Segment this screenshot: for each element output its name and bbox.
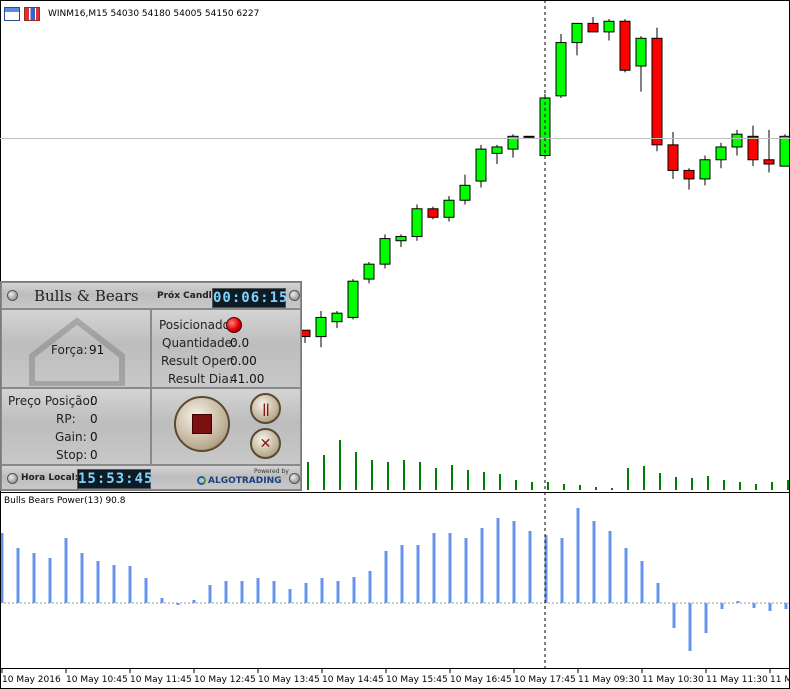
bear-candle (619, 20, 631, 71)
bull-candle (571, 22, 583, 44)
time-axis: 10 May 2016 10 May 10:45 10 May 11:45 10 Ma… (1, 668, 790, 685)
indicator-layer (0, 508, 790, 651)
stop-label: Stop: (56, 448, 88, 462)
bull-candle (379, 238, 391, 265)
bull-candle (699, 159, 711, 180)
time-tick-label: 10 May 13:45 (258, 675, 320, 685)
time-tick-label: 10 May 16:45 (450, 675, 512, 685)
time-tick-label: 11 M (770, 675, 790, 685)
bull-candle (347, 280, 359, 318)
brand-powered-by: Powered by (254, 468, 289, 475)
trading-chart-window: 10 May 2016 10 May 10:45 10 May 11:45 10 Ma… (0, 0, 790, 689)
posicionado-label: Posicionado: (159, 318, 234, 332)
bear-candle (427, 208, 439, 218)
gain-label: Gain: (55, 430, 87, 444)
window-icon[interactable] (4, 7, 20, 21)
bear-candle (747, 135, 759, 161)
bull-candle (731, 133, 743, 148)
position-details-section: Preço Posição: 0 RP: 0 Gain: 0 Stop: 0 (1, 388, 151, 465)
bull-candle (459, 184, 471, 201)
bull-candle (443, 199, 455, 218)
bull-candle (779, 135, 790, 167)
time-tick-label: 11 May 10:30 (642, 675, 704, 685)
bear-candle (587, 22, 599, 33)
time-tick-label: 10 May 12:45 (194, 675, 256, 685)
screw-icon (7, 473, 18, 484)
bull-candle (363, 263, 375, 280)
algotrading-logo-icon (197, 476, 206, 485)
rp-value: 0 (90, 412, 98, 426)
chart-header: WINM16,M15 54030 54180 54005 54150 6227 (4, 6, 259, 22)
panel-title: Bulls & Bears (34, 287, 139, 305)
time-tick-label: 11 May 11:30 (706, 675, 768, 685)
result-oper-label: Result Oper: (161, 354, 236, 368)
time-tick-label: 10 May 17:45 (514, 675, 576, 685)
bull-candle (603, 20, 615, 33)
close-position-button[interactable]: ✕ (250, 428, 281, 459)
pause-icon: || (262, 401, 270, 416)
bear-candle (651, 37, 663, 146)
preco-posicao-value: 0 (90, 394, 98, 408)
bear-candle (667, 144, 679, 171)
position-status-led-icon (226, 317, 242, 333)
bull-candle (315, 316, 327, 338)
stop-value: 0 (90, 448, 98, 462)
bulls-bears-panel: Bulls & Bears Próx Candle: 00:06:15 Forç… (0, 281, 302, 491)
close-icon: ✕ (259, 435, 272, 452)
time-tick-label: 10 May 2016 (2, 675, 61, 685)
time-tick-label: 10 May 14:45 (322, 675, 384, 685)
time-tick-label: 10 May 15:45 (386, 675, 448, 685)
gain-value: 0 (90, 430, 98, 444)
bull-candle (475, 148, 487, 182)
symbol-info: WINM16,M15 54030 54180 54005 54150 6227 (48, 9, 260, 19)
time-tick-label: 10 May 11:45 (130, 675, 192, 685)
preco-posicao-label: Preço Posição: (8, 394, 94, 408)
time-tick-label: 11 May 09:30 (578, 675, 640, 685)
screw-icon (7, 290, 18, 301)
bull-candle (715, 146, 727, 161)
hora-local-label: Hora Local: (21, 473, 79, 483)
strength-section: Força: 91 (1, 309, 151, 388)
panel-footer: Hora Local: 15:53:45 Powered by ALGOTRAD… (1, 465, 301, 490)
bull-candle (635, 37, 647, 67)
bull-candle (491, 146, 503, 154)
result-dia-label: Result Dia: (168, 372, 233, 386)
position-status-section: Posicionado: Quantidade: 0.0 Result Oper… (151, 309, 301, 388)
bear-candle (683, 169, 695, 180)
result-oper-value: 0.00 (230, 354, 257, 368)
local-time-display: 15:53:45 (77, 469, 154, 489)
stop-square-icon (192, 414, 212, 434)
bull-candle (523, 135, 535, 138)
stop-button[interactable] (174, 396, 230, 452)
quantidade-label: Quantidade: (162, 336, 237, 350)
bull-candle (395, 235, 407, 242)
brand-name: ALGOTRADING (208, 476, 282, 486)
time-tick-label: 10 May 10:45 (66, 675, 128, 685)
bull-candle (555, 42, 567, 97)
rp-label: RP: (56, 412, 76, 426)
screw-icon (289, 473, 300, 484)
indicator-label: Bulls Bears Power(13) 90.8 (4, 496, 126, 506)
pause-button[interactable]: || (250, 393, 281, 424)
result-dia-value: 41.00 (230, 372, 265, 386)
panel-title-bar: Bulls & Bears Próx Candle: 00:06:15 (1, 282, 301, 309)
next-candle-timer: 00:06:15 (212, 288, 289, 308)
forca-value: 91 (89, 343, 105, 357)
forca-label: Força: (51, 343, 88, 357)
screw-icon (289, 290, 300, 301)
bull-candle (331, 312, 343, 323)
bars-icon[interactable] (24, 7, 40, 21)
bear-candle (763, 159, 775, 165)
quantidade-value: 0.0 (230, 336, 250, 350)
bull-candle (411, 208, 423, 237)
controls-section: || ✕ (151, 388, 301, 465)
